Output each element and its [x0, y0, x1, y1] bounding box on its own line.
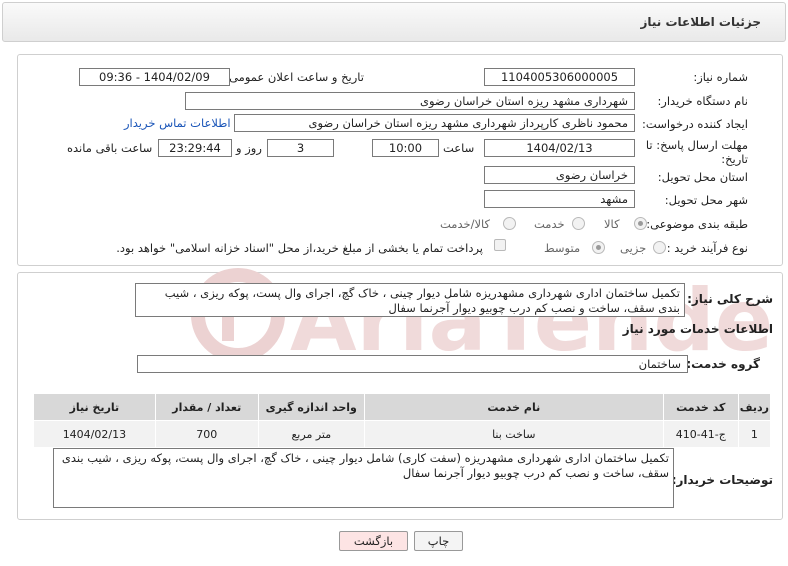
table-cell: 1 — [737, 420, 772, 448]
treasury-payment-note: پرداخت تمام یا بخشی از مبلغ خرید،از محل … — [116, 241, 483, 255]
table-cell: ج-41-410 — [662, 420, 739, 448]
services-table: ردیف کد خدمت نام خدمت واحد اندازه گیری ت… — [33, 393, 772, 448]
category-option-goods-service: کالا/خدمت — [440, 217, 491, 231]
remaining-time-label: ساعت باقی مانده — [67, 141, 153, 155]
services-table-header: ردیف کد خدمت نام خدمت واحد اندازه گیری ت… — [33, 393, 772, 421]
table-cell: 700 — [154, 420, 259, 448]
deadline-time-field: 10:00 — [372, 139, 439, 157]
requester-field: محمود ناظری کارپرداز شهرداری مشهد ریزه ا… — [234, 114, 635, 132]
process-type-label: نوع فرآیند خرید : — [666, 241, 748, 255]
column-header: تاریخ نیاز — [33, 393, 156, 421]
column-header: نام خدمت — [363, 393, 664, 421]
table-row: 1 ج-41-410 ساخت بنا متر مربع 700 1404/02… — [33, 420, 772, 448]
category-label: طبقه بندی موضوعی: — [646, 217, 748, 231]
page-header: جزئیات اطلاعات نیاز — [2, 2, 786, 42]
requester-label: ایجاد کننده درخواست: — [642, 117, 748, 131]
buyer-org-label: نام دستگاه خریدار: — [657, 94, 748, 108]
column-header: ردیف — [737, 393, 772, 421]
back-button[interactable]: بازگشت — [339, 531, 408, 551]
process-option-medium: متوسط — [544, 241, 581, 255]
province-field: خراسان رضوی — [484, 166, 635, 184]
page-title: جزئیات اطلاعات نیاز — [640, 15, 761, 29]
buyer-notes-label: توضیحات خریدار: — [671, 473, 773, 487]
print-button[interactable]: چاپ — [414, 531, 463, 551]
process-option-minor: جزیی — [620, 241, 647, 255]
days-label: روز و — [236, 141, 262, 155]
summary-label: شرح کلی نیاز: — [687, 292, 773, 306]
process-radio-medium[interactable] — [592, 241, 605, 254]
summary-textarea[interactable]: تکمیل ساختمان اداری شهرداری مشهدریزه شام… — [135, 283, 685, 317]
deadline-time-label: ساعت — [443, 141, 475, 155]
need-number-field: 1104005306000005 — [484, 68, 635, 86]
table-cell: متر مربع — [257, 420, 365, 448]
need-number-label: شماره نیاز: — [693, 70, 748, 84]
deadline-label: مهلت ارسال پاسخ: تا تاریخ: — [645, 138, 748, 166]
category-radio-service[interactable] — [572, 217, 585, 230]
category-radio-goods[interactable] — [634, 217, 647, 230]
deadline-date-field: 1404/02/13 — [484, 139, 635, 157]
service-group-label: گروه خدمت: — [686, 357, 760, 371]
process-radio-minor[interactable] — [653, 241, 666, 254]
province-label: استان محل تحویل: — [657, 170, 748, 184]
column-header: کد خدمت — [662, 393, 739, 421]
column-header: واحد اندازه گیری — [257, 393, 365, 421]
city-field: مشهد — [484, 190, 635, 208]
table-cell: 1404/02/13 — [33, 420, 156, 448]
column-header: تعداد / مقدار — [154, 393, 259, 421]
table-cell: ساخت بنا — [363, 420, 664, 448]
category-radio-goods-service[interactable] — [503, 217, 516, 230]
buyer-org-field: شهرداری مشهد ریزه استان خراسان رضوی — [185, 92, 635, 110]
category-option-service: خدمت — [534, 217, 565, 231]
remaining-time-field: 23:29:44 — [158, 139, 232, 157]
days-field: 3 — [267, 139, 334, 157]
announce-date-field: 1404/02/09 - 09:36 — [79, 68, 230, 86]
announce-date-label: تاریخ و ساعت اعلان عمومی: — [225, 70, 364, 84]
service-group-field: ساختمان — [137, 355, 688, 373]
buyer-notes-textarea[interactable]: تکمیل ساختمان اداری شهرداری مشهدریزه (سف… — [53, 448, 674, 508]
category-option-goods: کالا — [604, 217, 620, 231]
treasury-payment-checkbox[interactable] — [494, 239, 506, 251]
city-label: شهر محل تحویل: — [664, 193, 748, 207]
services-section-title: اطلاعات خدمات مورد نیاز — [622, 322, 773, 336]
buyer-contact-link[interactable]: اطلاعات تماس خریدار — [124, 116, 231, 130]
